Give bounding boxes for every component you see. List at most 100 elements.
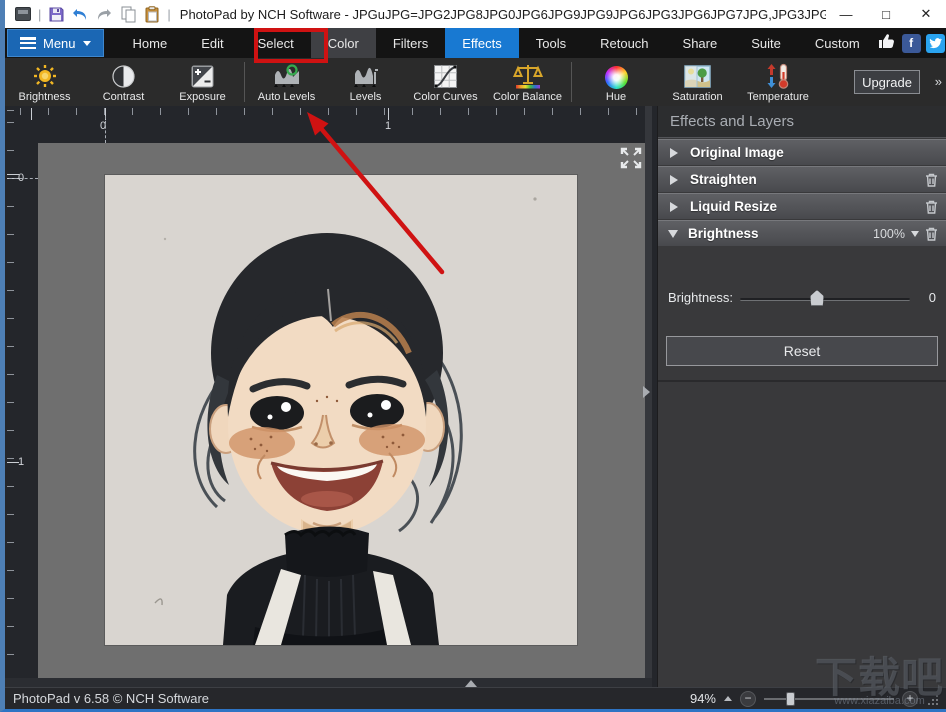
sun-icon xyxy=(31,63,59,89)
vruler-label-1: 1 xyxy=(18,456,24,468)
menu-bar: Menu Home Edit Select Color Filters Effe… xyxy=(5,28,946,58)
expand-arrow-icon[interactable] xyxy=(670,202,678,212)
facebook-icon[interactable]: f xyxy=(902,34,921,53)
tool-label: Saturation xyxy=(672,91,722,103)
tab-edit[interactable]: Edit xyxy=(184,28,240,58)
effects-toolbar: Brightness Contrast Exposure Auto Levels xyxy=(5,58,946,106)
undo-icon[interactable] xyxy=(69,3,91,25)
tool-hue[interactable]: Hue xyxy=(574,58,658,106)
brightness-label: Brightness: xyxy=(668,290,733,305)
layer-label: Brightness xyxy=(688,226,759,241)
tab-home[interactable]: Home xyxy=(116,28,185,58)
zoom-dropdown-icon[interactable] xyxy=(724,696,732,701)
zoom-slider-handle[interactable] xyxy=(786,692,795,706)
tool-label: Levels xyxy=(350,91,382,103)
tool-exposure[interactable]: Exposure xyxy=(163,58,242,106)
trash-icon[interactable] xyxy=(925,173,938,187)
resize-grip[interactable] xyxy=(926,693,938,705)
window-title: PhotoPad by NCH Software - JPGuJPG=JPG2J… xyxy=(180,7,826,22)
tool-label: Hue xyxy=(606,91,626,103)
paste-icon[interactable] xyxy=(141,3,163,25)
like-icon[interactable] xyxy=(877,32,897,55)
toolbar-separator xyxy=(571,62,572,102)
tool-brightness[interactable]: Brightness xyxy=(5,58,84,106)
toolbar-overflow-icon[interactable]: » xyxy=(935,74,942,89)
tool-saturation[interactable]: Saturation xyxy=(658,58,737,106)
twitter-icon[interactable] xyxy=(926,34,945,53)
panel-collapse-handle-icon[interactable] xyxy=(643,386,650,398)
trash-icon[interactable] xyxy=(925,227,938,241)
vertical-ruler: 0 1 xyxy=(5,106,35,678)
zoom-level[interactable]: 94% xyxy=(690,691,716,706)
tool-color-curves[interactable]: Color Curves xyxy=(405,58,486,106)
chevron-down-icon xyxy=(83,41,91,46)
exposure-icon xyxy=(190,63,215,89)
close-button[interactable]: ✕ xyxy=(906,0,946,28)
layer-label: Original Image xyxy=(690,145,784,160)
auto-levels-icon xyxy=(272,63,302,89)
levels-icon xyxy=(351,63,381,89)
tab-filters[interactable]: Filters xyxy=(376,28,445,58)
tool-label: Temperature xyxy=(747,91,809,103)
color-balance-icon xyxy=(513,63,543,89)
tab-tools[interactable]: Tools xyxy=(519,28,583,58)
effects-and-layers-panel: Effects and Layers Original Image Straig… xyxy=(657,106,946,687)
layer-row-brightness[interactable]: Brightness 100% xyxy=(658,220,946,246)
copy-icon[interactable] xyxy=(117,3,139,25)
tool-auto-levels[interactable]: Auto Levels xyxy=(247,58,326,106)
tab-retouch[interactable]: Retouch xyxy=(583,28,665,58)
layer-row-straighten[interactable]: Straighten xyxy=(658,166,946,192)
upgrade-button[interactable]: Upgrade xyxy=(854,70,920,94)
watercolor-girl-portrait xyxy=(105,175,577,645)
chevron-down-icon[interactable] xyxy=(911,231,919,237)
maximize-button[interactable]: □ xyxy=(866,0,906,28)
menu-tabs: Home Edit Select Color Filters Effects T… xyxy=(116,28,877,58)
tool-levels[interactable]: Levels xyxy=(326,58,405,106)
zoom-out-button[interactable]: − xyxy=(740,691,756,707)
tool-color-balance[interactable]: Color Balance xyxy=(486,58,569,106)
tab-share[interactable]: Share xyxy=(666,28,735,58)
hue-icon xyxy=(605,63,628,89)
menu-button[interactable]: Menu xyxy=(7,29,104,57)
ruler-guide xyxy=(9,178,38,179)
hruler-label-1: 1 xyxy=(385,120,391,132)
tab-custom[interactable]: Custom xyxy=(798,28,877,58)
brightness-slider-handle[interactable] xyxy=(810,290,824,306)
version-text: PhotoPad v 6.58 © NCH Software xyxy=(13,691,209,706)
save-icon[interactable] xyxy=(45,3,67,25)
edited-image[interactable] xyxy=(105,175,577,645)
minimize-button[interactable]: — xyxy=(826,0,866,28)
title-bar: | | PhotoPad by NCH Software - JPGuJPG=J… xyxy=(5,0,946,28)
redo-icon[interactable] xyxy=(93,3,115,25)
fullscreen-icon[interactable] xyxy=(620,147,642,169)
bottom-collapse-handle-icon[interactable] xyxy=(465,680,477,687)
layer-row-original-image[interactable]: Original Image xyxy=(658,139,946,165)
expand-arrow-icon[interactable] xyxy=(670,175,678,185)
tab-effects[interactable]: Effects xyxy=(445,28,519,58)
collapse-arrow-icon[interactable] xyxy=(668,230,678,238)
brightness-value: 0 xyxy=(929,290,936,305)
divider: | xyxy=(38,7,41,22)
app-icon xyxy=(12,3,34,25)
layer-row-liquid-resize[interactable]: Liquid Resize xyxy=(658,193,946,219)
saturation-icon xyxy=(684,63,711,89)
zoom-in-button[interactable]: + xyxy=(902,691,918,707)
tool-label: Auto Levels xyxy=(258,91,315,103)
layer-opacity[interactable]: 100% xyxy=(873,227,905,241)
tool-temperature[interactable]: Temperature xyxy=(737,58,819,106)
reset-button[interactable]: Reset xyxy=(666,336,938,366)
horizontal-ruler: 0 1 xyxy=(5,106,645,140)
tool-label: Color Curves xyxy=(413,91,477,103)
tool-contrast[interactable]: Contrast xyxy=(84,58,163,106)
brightness-slider[interactable] xyxy=(740,298,910,301)
layer-label: Liquid Resize xyxy=(690,199,777,214)
contrast-icon xyxy=(111,63,136,89)
trash-icon[interactable] xyxy=(925,200,938,214)
expand-arrow-icon[interactable] xyxy=(670,148,678,158)
zoom-slider[interactable] xyxy=(764,698,894,700)
hamburger-icon xyxy=(20,37,36,49)
photopad-window: | | PhotoPad by NCH Software - JPGuJPG=J… xyxy=(0,0,946,712)
tab-suite[interactable]: Suite xyxy=(734,28,798,58)
tool-label: Color Balance xyxy=(493,91,562,103)
annotation-highlight-box xyxy=(254,28,328,63)
